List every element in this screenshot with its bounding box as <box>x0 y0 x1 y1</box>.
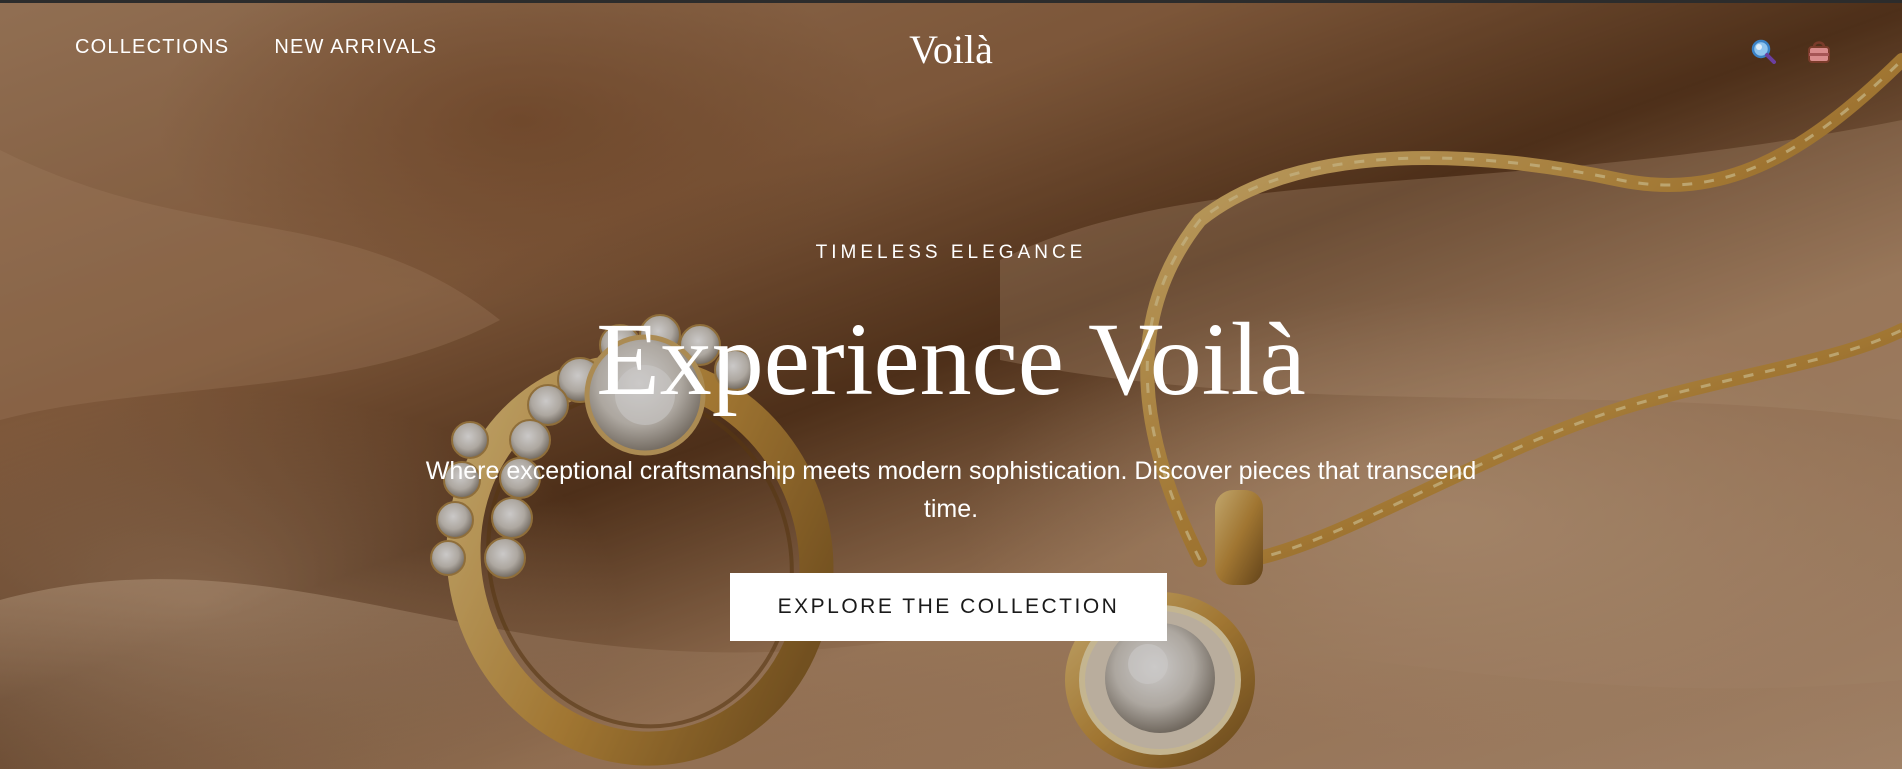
bag-icon <box>1808 41 1830 63</box>
window-top-border <box>0 0 1902 3</box>
cart-button[interactable] <box>1804 36 1834 66</box>
hero-subtext: Where exceptional craftsmanship meets mo… <box>425 457 1477 523</box>
search-icon <box>1751 39 1776 64</box>
header-actions <box>1748 36 1834 66</box>
brand-logo[interactable]: Voilà <box>909 27 993 72</box>
explore-collection-button[interactable]: EXPLORE THE COLLECTION <box>730 573 1167 641</box>
primary-nav: COLLECTIONS NEW ARRIVALS <box>75 36 437 59</box>
hero-headline: Experience Voilà <box>596 302 1306 417</box>
nav-link-new-arrivals[interactable]: NEW ARRIVALS <box>274 36 437 59</box>
search-button[interactable] <box>1748 36 1778 66</box>
nav-link-collections[interactable]: COLLECTIONS <box>75 36 229 59</box>
hero-eyebrow: TIMELESS ELEGANCE <box>815 242 1087 263</box>
